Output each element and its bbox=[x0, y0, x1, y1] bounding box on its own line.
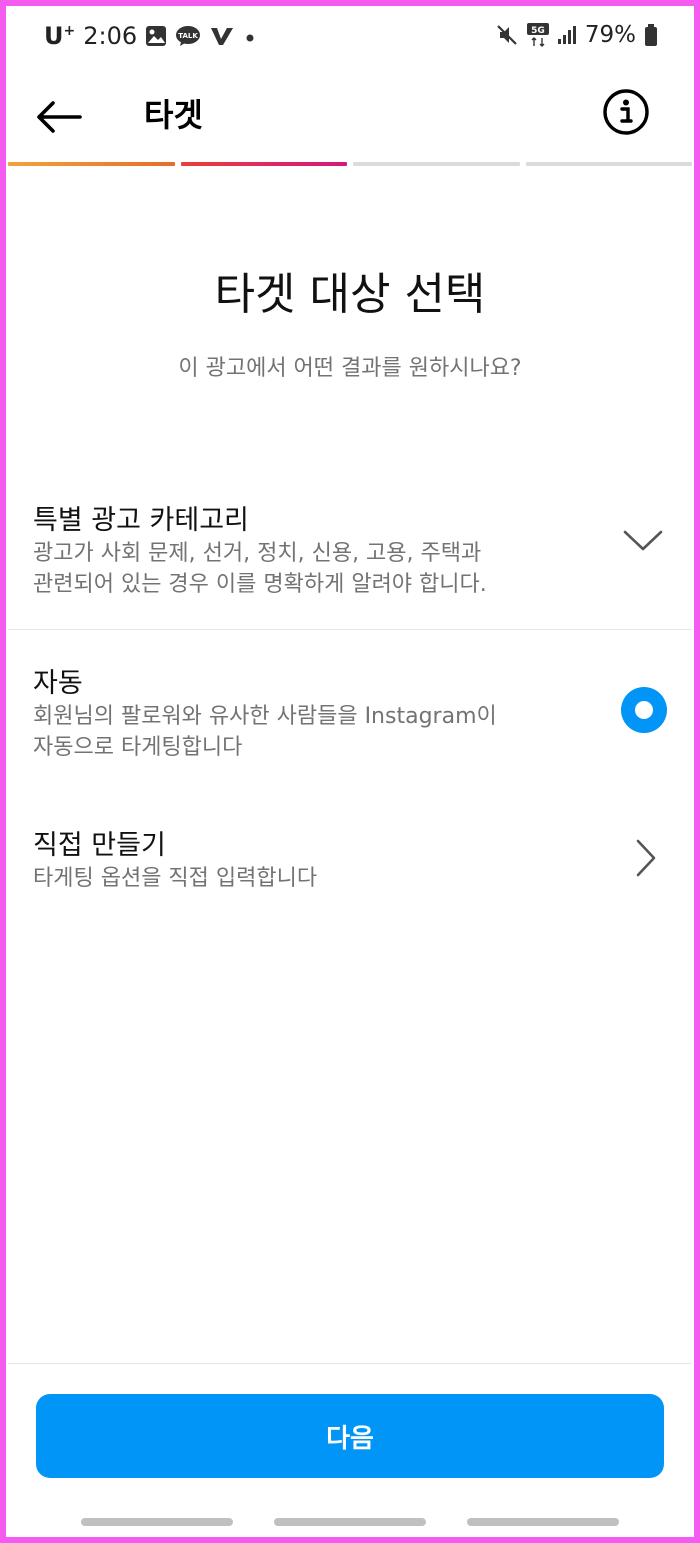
gallery-icon bbox=[145, 25, 167, 47]
battery-icon bbox=[644, 23, 658, 47]
app-header: 타겟 bbox=[0, 76, 700, 162]
section-subtitle: 이 광고에서 어떤 결과를 원하시나요? bbox=[178, 356, 522, 381]
status-bar-left: U+ 2:06 TALK bbox=[44, 22, 257, 50]
nav-back-handle[interactable] bbox=[467, 1518, 619, 1526]
section-title: 타겟 대상 선택 bbox=[214, 269, 486, 320]
progress-segment-3 bbox=[353, 162, 520, 166]
special-ad-category-option[interactable]: 특별 광고 카테고리 광고가 사회 문제, 선거, 정치, 신용, 고용, 주택… bbox=[0, 498, 700, 608]
page-title: 타겟 bbox=[144, 96, 203, 134]
footer-divider bbox=[8, 1363, 692, 1364]
next-button[interactable]: 다음 bbox=[36, 1394, 664, 1478]
screenshot-frame bbox=[0, 0, 700, 1543]
back-button[interactable] bbox=[34, 92, 84, 142]
carrier-label: U+ bbox=[44, 22, 76, 50]
svg-text:5G: 5G bbox=[531, 26, 545, 36]
chevron-right-icon[interactable] bbox=[634, 838, 658, 878]
status-bar: U+ 2:06 TALK 5G 79% bbox=[0, 0, 700, 76]
auto-radio-button-selected[interactable] bbox=[621, 687, 667, 733]
info-icon bbox=[603, 89, 649, 135]
info-button[interactable] bbox=[602, 88, 650, 136]
option-title: 특별 광고 카테고리 bbox=[33, 505, 249, 536]
manual-targeting-option[interactable]: 직접 만들기 타게팅 옵션을 직접 입력합니다 bbox=[0, 823, 700, 903]
system-navigation-bar bbox=[0, 1518, 700, 1530]
progress-segment-4 bbox=[525, 162, 692, 166]
option-description: 회원님의 팔로워와 유사한 사람들을 Instagram이 자동으로 타게팅합니… bbox=[33, 704, 497, 760]
option-title: 직접 만들기 bbox=[33, 830, 166, 861]
dot-icon bbox=[243, 25, 257, 47]
arrow-left-icon bbox=[37, 101, 82, 133]
status-bar-right: 5G 79% bbox=[495, 22, 658, 48]
v-app-icon bbox=[209, 25, 235, 47]
option-description: 광고가 사회 문제, 선거, 정치, 신용, 고용, 주택과 관련되어 있는 경… bbox=[33, 541, 487, 597]
progress-segment-1 bbox=[8, 162, 175, 166]
mute-icon bbox=[495, 23, 519, 47]
nav-home-handle[interactable] bbox=[274, 1518, 426, 1526]
nav-recent-apps-handle[interactable] bbox=[81, 1518, 233, 1526]
svg-text:TALK: TALK bbox=[178, 32, 198, 40]
option-title: 자동 bbox=[33, 668, 83, 699]
option-description: 타게팅 옵션을 직접 입력합니다 bbox=[33, 866, 318, 891]
chevron-down-icon[interactable] bbox=[622, 528, 664, 554]
kakaotalk-icon: TALK bbox=[175, 25, 201, 47]
auto-targeting-option[interactable]: 자동 회원님의 팔로워와 유사한 사람들을 Instagram이 자동으로 타게… bbox=[0, 661, 700, 771]
signal-icon bbox=[557, 24, 577, 46]
divider bbox=[8, 629, 692, 630]
progress-segment-2 bbox=[180, 162, 347, 166]
network-5g-icon: 5G bbox=[526, 23, 549, 47]
step-progress-bar bbox=[8, 162, 692, 166]
battery-percent: 79% bbox=[584, 22, 636, 48]
radio-dot bbox=[635, 701, 653, 719]
clock: 2:06 bbox=[83, 22, 138, 50]
